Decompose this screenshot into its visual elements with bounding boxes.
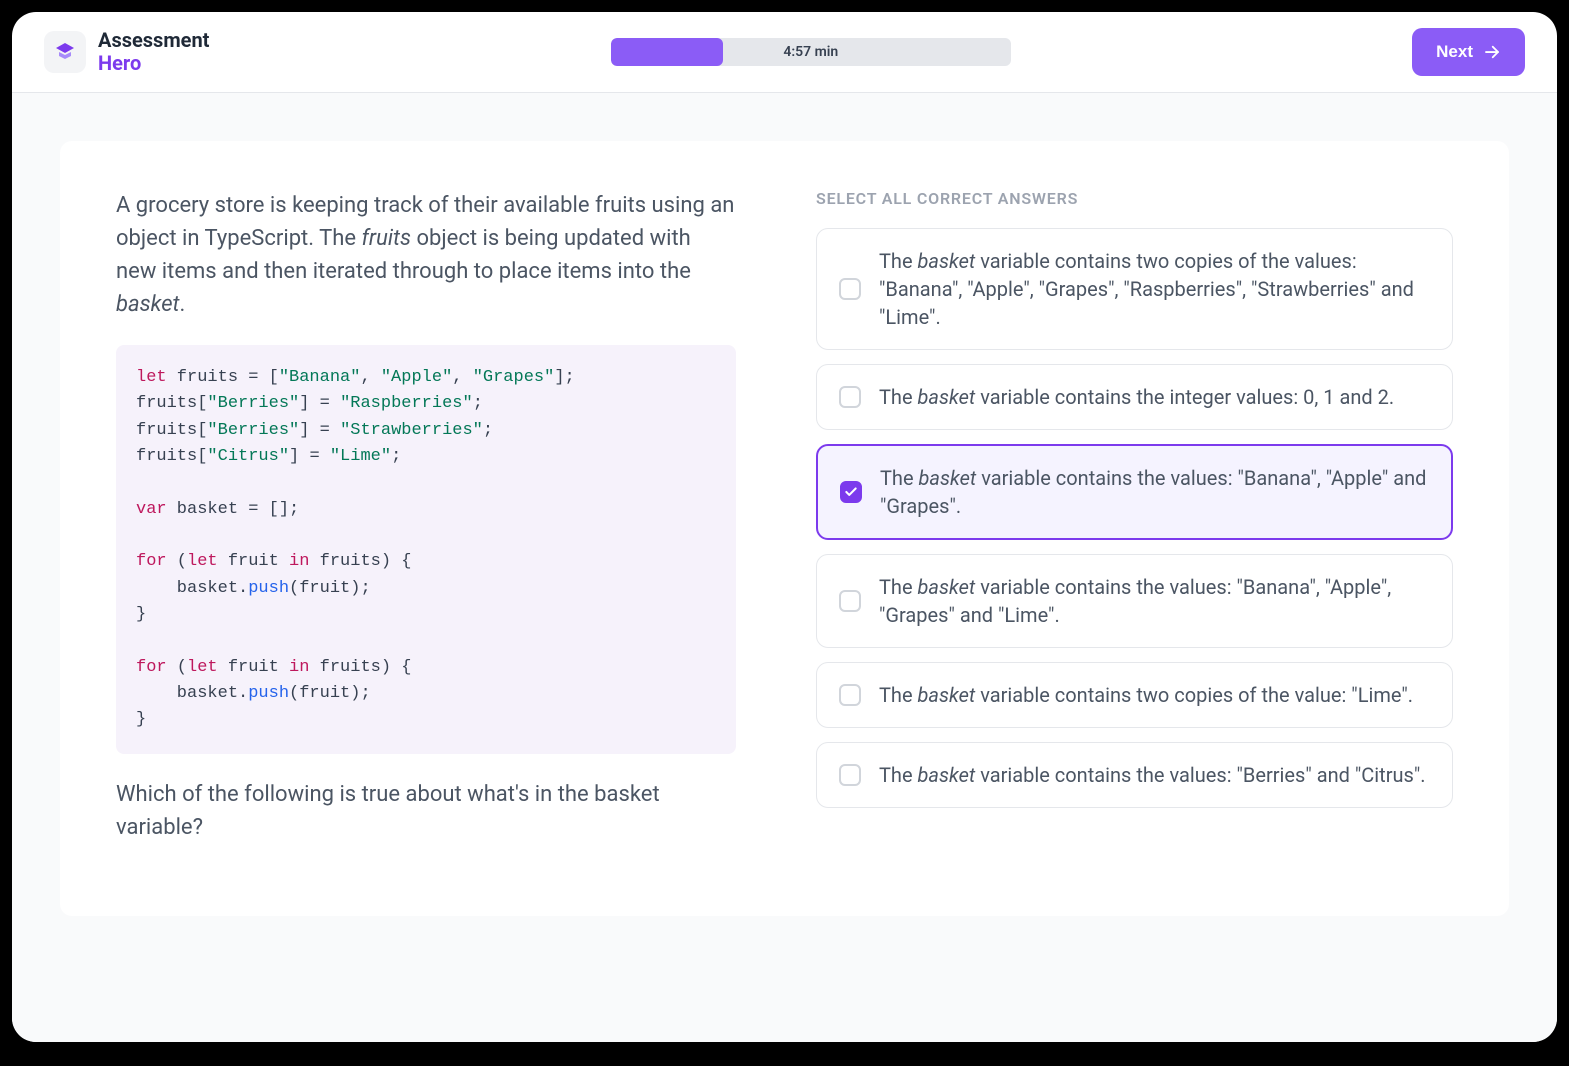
header-bar: Assessment Hero 4:57 min Next bbox=[12, 12, 1557, 93]
answer-option-0[interactable]: The basket variable contains two copies … bbox=[816, 228, 1453, 350]
checkbox[interactable] bbox=[840, 481, 862, 503]
logo-line2: Hero bbox=[98, 52, 209, 75]
arrow-right-icon bbox=[1483, 43, 1501, 61]
answer-text: The basket variable contains two copies … bbox=[879, 247, 1430, 331]
answer-text: The basket variable contains the values:… bbox=[880, 464, 1429, 520]
answer-text: The basket variable contains the values:… bbox=[879, 761, 1426, 789]
logo-icon bbox=[44, 31, 86, 73]
answer-option-1[interactable]: The basket variable contains the integer… bbox=[816, 364, 1453, 430]
code-block: let fruits = ["Banana", "Apple", "Grapes… bbox=[116, 345, 736, 754]
content-wrap: A grocery store is keeping track of thei… bbox=[12, 93, 1557, 1042]
question-followup: Which of the following is true about wha… bbox=[116, 778, 736, 844]
content-card: A grocery store is keeping track of thei… bbox=[60, 141, 1509, 916]
progress-bar: 4:57 min bbox=[611, 38, 1011, 66]
question-intro: A grocery store is keeping track of thei… bbox=[116, 189, 736, 321]
answer-text: The basket variable contains the values:… bbox=[879, 573, 1430, 629]
checkbox[interactable] bbox=[839, 764, 861, 786]
checkbox[interactable] bbox=[839, 278, 861, 300]
timer-label: 4:57 min bbox=[611, 38, 1011, 66]
answer-text: The basket variable contains the integer… bbox=[879, 383, 1394, 411]
question-column: A grocery store is keeping track of thei… bbox=[116, 189, 736, 868]
logo-line1: Assessment bbox=[98, 29, 209, 52]
checkbox[interactable] bbox=[839, 386, 861, 408]
logo: Assessment Hero bbox=[44, 29, 209, 75]
next-button[interactable]: Next bbox=[1412, 28, 1525, 76]
check-icon bbox=[844, 485, 858, 499]
logo-text: Assessment Hero bbox=[98, 29, 209, 75]
next-button-label: Next bbox=[1436, 42, 1473, 62]
answer-option-5[interactable]: The basket variable contains the values:… bbox=[816, 742, 1453, 808]
answer-option-4[interactable]: The basket variable contains two copies … bbox=[816, 662, 1453, 728]
app-frame: Assessment Hero 4:57 min Next A grocery … bbox=[12, 12, 1557, 1042]
answers-list: The basket variable contains two copies … bbox=[816, 228, 1453, 808]
checkbox[interactable] bbox=[839, 684, 861, 706]
answer-option-3[interactable]: The basket variable contains the values:… bbox=[816, 554, 1453, 648]
answers-column: SELECT ALL CORRECT ANSWERS The basket va… bbox=[816, 189, 1453, 868]
answers-header: SELECT ALL CORRECT ANSWERS bbox=[816, 189, 1453, 208]
checkbox[interactable] bbox=[839, 590, 861, 612]
progress-area: 4:57 min bbox=[229, 38, 1392, 66]
answer-text: The basket variable contains two copies … bbox=[879, 681, 1413, 709]
answer-option-2[interactable]: The basket variable contains the values:… bbox=[816, 444, 1453, 540]
